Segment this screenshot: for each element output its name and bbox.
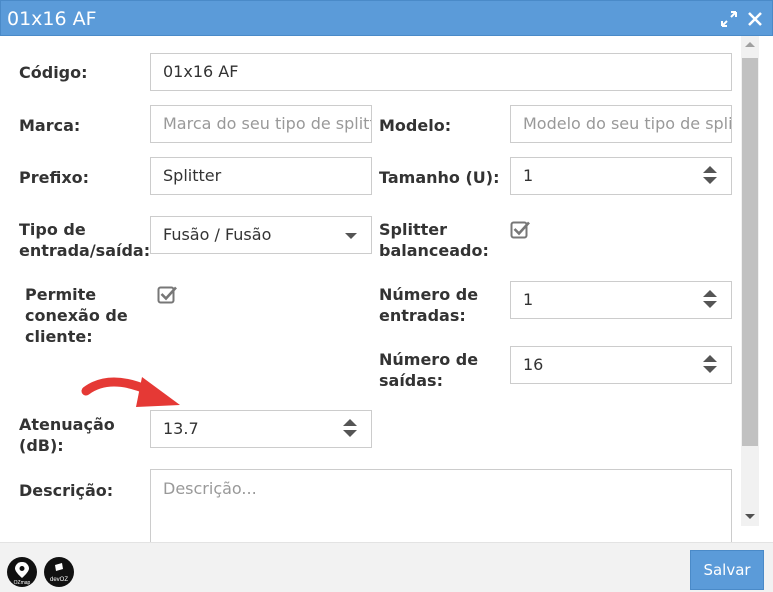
expand-icon[interactable] [720, 10, 738, 28]
marca-label: Marca: [19, 116, 81, 135]
dialog-footer: OZmap devOZ Salvar [0, 542, 773, 592]
modelo-input[interactable]: Modelo do seu tipo de splitter [510, 105, 732, 143]
entradas-spinner[interactable] [703, 290, 717, 312]
tamanho-input[interactable]: 1 [510, 157, 732, 195]
saidas-value: 16 [523, 355, 544, 374]
permite-label: Permite conexão de cliente: [25, 285, 128, 346]
scrollbar[interactable] [741, 36, 759, 526]
prefixo-input[interactable]: Splitter [150, 157, 372, 195]
codigo-label: Código: [19, 63, 88, 82]
balanceado-checkbox[interactable] [510, 219, 532, 241]
scroll-thumb[interactable] [742, 58, 758, 446]
svg-text:OZmap: OZmap [14, 580, 31, 586]
window-title: 01x16 AF [7, 8, 97, 30]
checkbox-checked-icon [510, 221, 530, 239]
form-body: Código: 01x16 AF Marca: Marca do seu tip… [0, 36, 741, 542]
tamanho-value: 1 [523, 166, 534, 185]
modelo-label: Modelo: [379, 116, 452, 135]
red-arrow-annotation [81, 377, 180, 407]
chevron-down-icon [345, 233, 357, 239]
permite-checkbox[interactable] [157, 284, 179, 306]
saidas-input[interactable]: 16 [510, 346, 732, 384]
atenuacao-spinner[interactable] [343, 419, 357, 441]
close-icon[interactable] [746, 10, 764, 28]
checkbox-checked-icon [157, 286, 177, 304]
svg-text:devOZ: devOZ [50, 577, 68, 583]
atenuacao-input[interactable]: 13.7 [150, 410, 372, 448]
atenuacao-value: 13.7 [163, 419, 199, 438]
save-button[interactable]: Salvar [690, 550, 764, 590]
entradas-value: 1 [523, 290, 534, 309]
tamanho-spinner[interactable] [703, 166, 717, 188]
descricao-textarea[interactable]: Descrição... [150, 469, 732, 542]
window-titlebar: 01x16 AF [0, 0, 773, 36]
entradas-label: Número de entradas: [379, 285, 479, 325]
tipo-label: Tipo de entrada/saída: [19, 220, 151, 260]
atenuacao-label: Atenuação (dB): [19, 415, 115, 455]
tipo-select[interactable]: Fusão / Fusão [150, 216, 372, 254]
codigo-input[interactable]: 01x16 AF [150, 53, 732, 91]
descricao-label: Descrição: [19, 481, 114, 500]
balanceado-label: Splitter balanceado: [379, 220, 489, 260]
ozmap-logo: OZmap [7, 557, 37, 587]
saidas-label: Número de saídas: [379, 350, 479, 390]
scroll-down-icon[interactable] [745, 514, 755, 519]
saidas-spinner[interactable] [703, 355, 717, 377]
prefixo-label: Prefixo: [19, 168, 90, 187]
marca-input[interactable]: Marca do seu tipo de splitter [150, 105, 372, 143]
entradas-input[interactable]: 1 [510, 281, 732, 319]
tamanho-label: Tamanho (U): [379, 168, 500, 187]
tipo-value: Fusão / Fusão [163, 225, 272, 244]
scroll-up-icon[interactable] [745, 42, 755, 47]
devoz-logo: devOZ [44, 557, 74, 587]
